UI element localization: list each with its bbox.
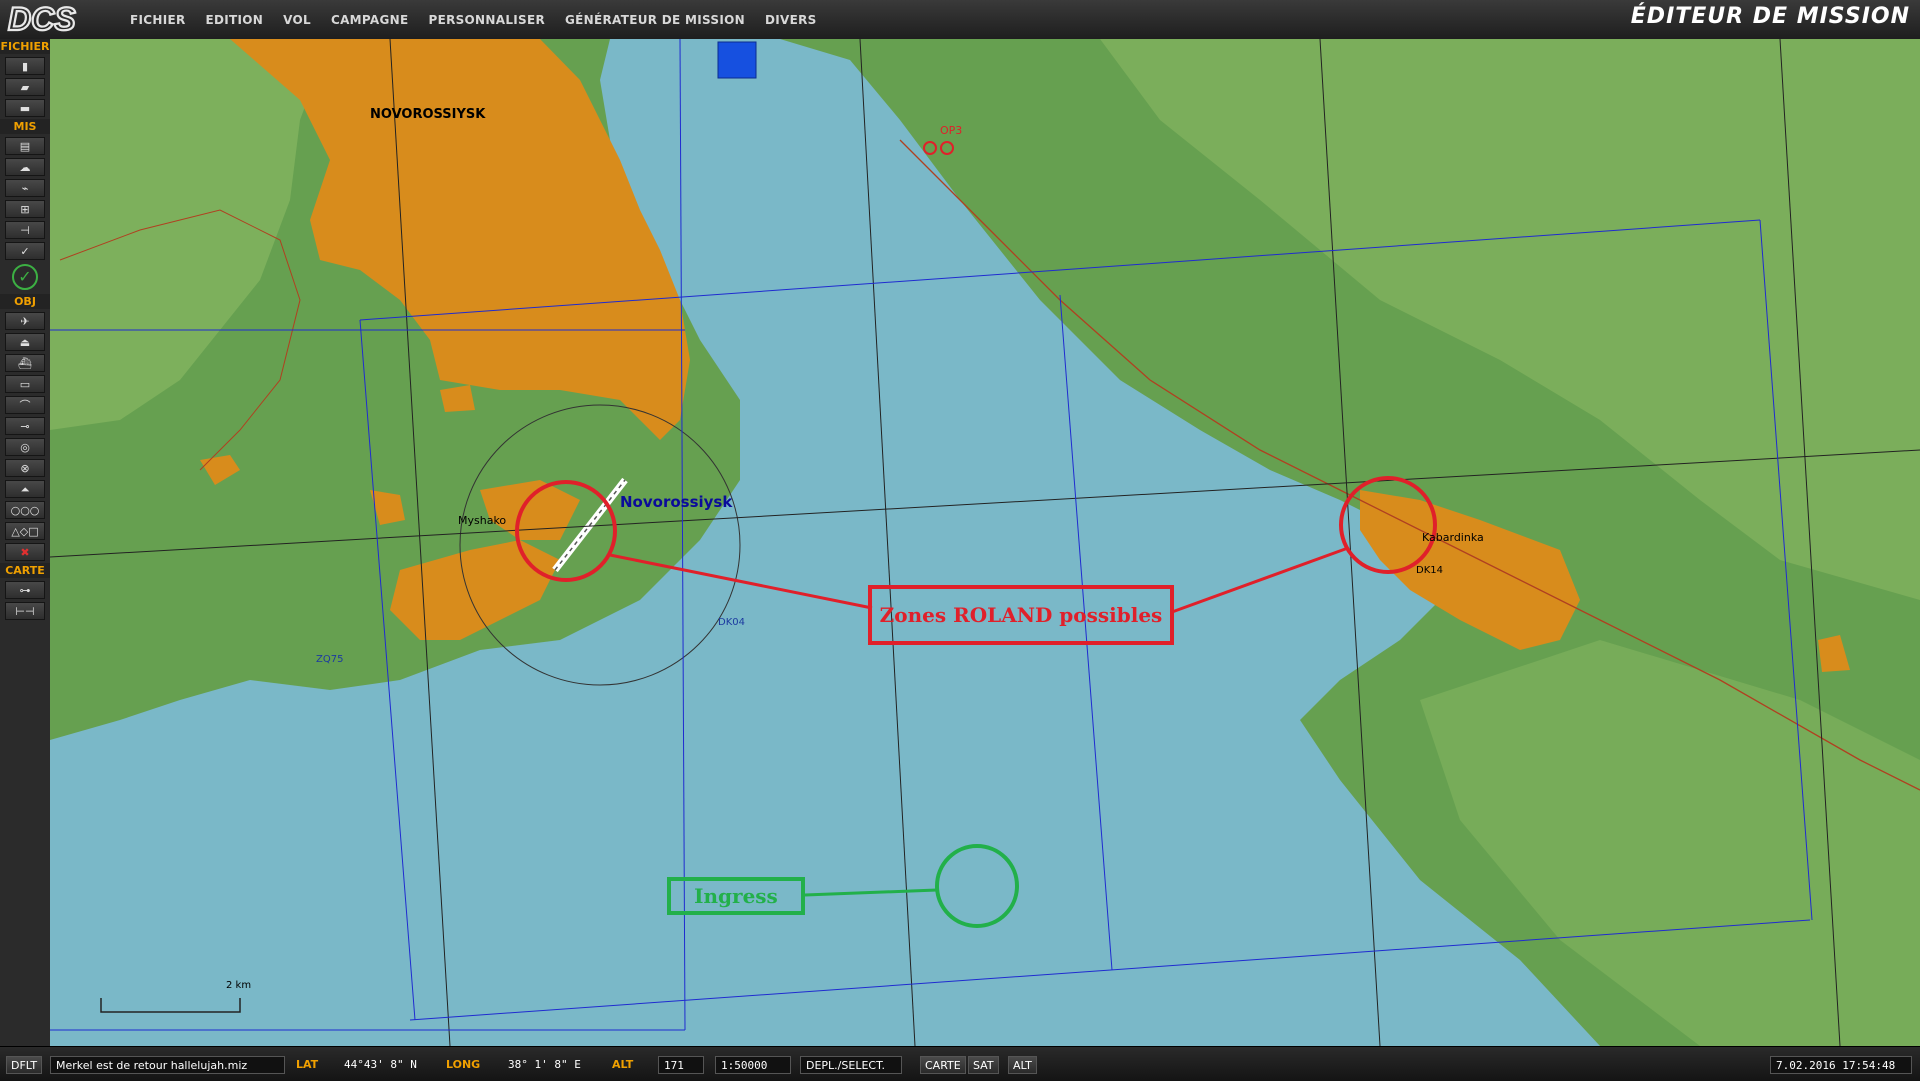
city-label-novorossiysk: NOVOROSSIYSK <box>370 107 486 122</box>
title-bar: DCS FICHIER EDITION VOL CAMPAGNE PERSONN… <box>0 0 1920 40</box>
briefing-icon[interactable]: ▤ <box>5 137 45 155</box>
mission-map[interactable]: NOVOROSSIYSK Novorossiysk Myshako Kabard… <box>50 39 1920 1046</box>
vehicle-icon[interactable]: ▭ <box>5 375 45 393</box>
static-icon[interactable]: ⊸ <box>5 417 45 435</box>
section-fichier: FICHIER <box>0 39 50 54</box>
new-file-icon[interactable]: ▮ <box>5 57 45 75</box>
menu-edition[interactable]: EDITION <box>196 13 274 27</box>
helicopter-icon[interactable]: ⏏ <box>5 333 45 351</box>
op3-label: OP3 <box>940 124 963 137</box>
delete-icon[interactable]: ✖ <box>5 543 45 561</box>
dflt-button[interactable]: DFLT <box>6 1056 43 1074</box>
ship-icon[interactable]: ⛴ <box>5 354 45 372</box>
menu-campagne[interactable]: CAMPAGNE <box>321 13 419 27</box>
scale-label: 2 km <box>226 980 252 991</box>
grid-label-dk14: DK14 <box>1416 565 1443 576</box>
dcs-logo: DCS <box>7 2 77 36</box>
ingress-annotation: Ingress <box>667 877 805 915</box>
check-icon[interactable]: ✓ <box>5 242 45 260</box>
menu-personnaliser[interactable]: PERSONNALISER <box>418 13 555 27</box>
target-icon[interactable]: ⊗ <box>5 459 45 477</box>
open-folder-icon[interactable]: ▰ <box>5 78 45 96</box>
long-label: LONG <box>446 1058 481 1071</box>
mission-ok-icon[interactable]: ✓ <box>12 264 38 290</box>
shapes-icon[interactable]: △◇□ <box>5 522 45 540</box>
section-obj: OBJ <box>0 294 50 309</box>
grid-label-zq75: ZQ75 <box>316 654 344 665</box>
blue-unit-icon <box>717 41 757 79</box>
long-value: 38° 1' 8" E <box>508 1058 581 1071</box>
grid-label-dk04: DK04 <box>718 617 745 628</box>
section-carte: CARTE <box>0 563 50 578</box>
menu-vol[interactable]: VOL <box>273 13 321 27</box>
menu-generateur-de-mission[interactable]: GÉNÉRATEUR DE MISSION <box>555 13 755 27</box>
alt-value-field: 171 <box>658 1056 704 1074</box>
menu-fichier[interactable]: FICHIER <box>120 13 196 27</box>
zone-icon[interactable]: ◎ <box>5 438 45 456</box>
menu-divers[interactable]: DIVERS <box>755 13 827 27</box>
armor-group-icon[interactable]: ⌒ <box>5 396 45 414</box>
town-label-kabardinka: Kabardinka <box>1422 531 1484 544</box>
resource-manager-icon[interactable]: ⊞ <box>5 200 45 218</box>
main-menu: FICHIER EDITION VOL CAMPAGNE PERSONNALIS… <box>120 0 827 39</box>
weather-icon[interactable]: ☁ <box>5 158 45 176</box>
key-icon[interactable]: ⊶ <box>5 581 45 599</box>
airfield-label-novorossiysk[interactable]: Novorossiysk <box>620 493 732 511</box>
map-carte-button[interactable]: CARTE <box>920 1056 966 1074</box>
svg-text:DCS: DCS <box>8 2 76 36</box>
grid-line-long-2 <box>859 39 916 1046</box>
datetime-field: 7.02.2016 17:54:48 <box>1770 1056 1912 1074</box>
mission-file-field: Merkel est de retour hallelujah.miz <box>50 1056 285 1074</box>
template-icon[interactable]: ○○○ <box>5 501 45 519</box>
left-toolbar: FICHIER ▮ ▰ ▬ MIS ▤ ☁ ⌁ ⊞ ⊣ ✓ ✓ OBJ ✈ ⏏ … <box>0 39 51 1075</box>
mode-field[interactable]: DEPL./SELECT. <box>800 1056 902 1074</box>
scale-bar <box>100 998 241 1013</box>
status-bar: DFLT Merkel est de retour hallelujah.miz… <box>0 1046 1920 1081</box>
airport-icon[interactable]: ⏶ <box>5 480 45 498</box>
town-label-myshako: Myshako <box>458 514 507 527</box>
plane-icon[interactable]: ✈ <box>5 312 45 330</box>
map-canvas <box>50 39 1920 1046</box>
scale-field[interactable]: 1:50000 <box>715 1056 791 1074</box>
editor-title: ÉDITEUR DE MISSION <box>1630 4 1910 29</box>
ruler-icon[interactable]: ⊢⊣ <box>5 602 45 620</box>
section-mis: MIS <box>0 119 50 134</box>
goals-icon[interactable]: ⊣ <box>5 221 45 239</box>
triggers-icon[interactable]: ⌁ <box>5 179 45 197</box>
map-alt-button[interactable]: ALT <box>1008 1056 1037 1074</box>
alt-label: ALT <box>612 1058 634 1071</box>
ingress-circle <box>935 844 1019 928</box>
save-icon[interactable]: ▬ <box>5 99 45 117</box>
map-sat-button[interactable]: SAT <box>968 1056 999 1074</box>
lat-value: 44°43' 8" N <box>344 1058 417 1071</box>
roland-zones-annotation: Zones ROLAND possibles <box>868 585 1174 645</box>
lat-label: LAT <box>296 1058 319 1071</box>
